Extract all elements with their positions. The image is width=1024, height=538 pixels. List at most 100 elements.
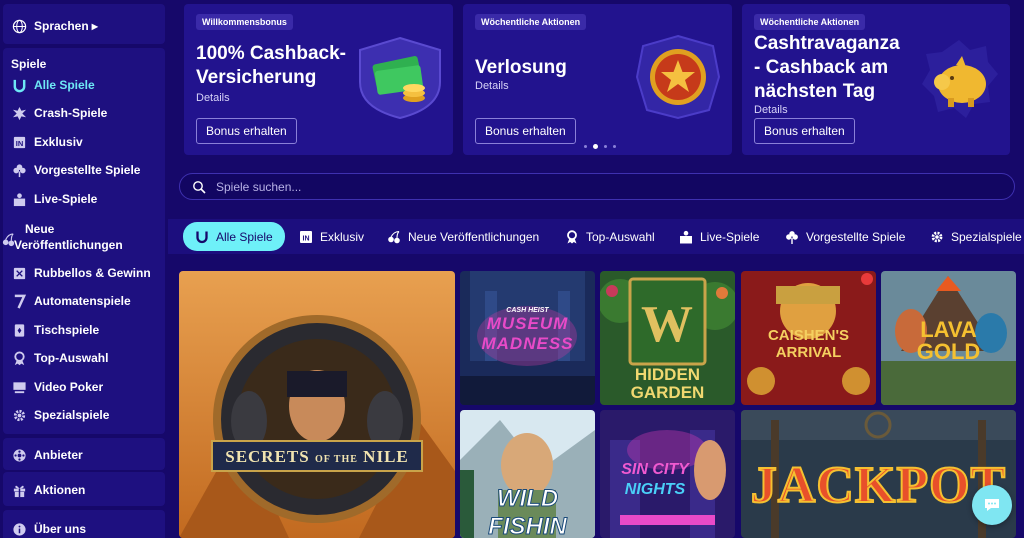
promo-card-cashtravaganza: Wöchentliche Aktionen Cashtravaganza - C… (742, 4, 1010, 155)
promo-bonus-button[interactable]: Bonus erhalten (196, 118, 297, 144)
live-dealer-icon (679, 230, 693, 244)
live-dealer-icon (11, 191, 27, 207)
sidebar-item-top-picks[interactable]: Top-Auswahl (11, 350, 108, 366)
sidebar-item-label: Tischspiele (34, 323, 100, 337)
game-tile-jackpot[interactable]: JACKPOT (741, 410, 1016, 538)
search-icon (192, 180, 206, 194)
game-title: SIN CITY NIGHTS (621, 461, 689, 498)
tab-live[interactable]: Live-Spiele (679, 222, 759, 251)
tab-label: Alle Spiele (216, 229, 273, 244)
game-tile-secrets-of-the-nile[interactable]: SECRETS OF THE NILE (179, 271, 455, 538)
caret-right-icon: ▶ (91, 21, 98, 31)
tab-all-games[interactable]: Alle Spiele (183, 222, 285, 251)
promo-details-link[interactable]: Details (196, 92, 230, 104)
cards-icon (11, 322, 27, 338)
game-tile-sin-city-nights[interactable]: SIN CITY NIGHTS (600, 410, 735, 538)
seven-icon (11, 293, 27, 309)
clover-icon (11, 162, 27, 178)
gear-icon (930, 230, 944, 244)
language-selector[interactable]: Sprachen ▶ (11, 18, 98, 34)
search-bar[interactable] (179, 173, 1015, 200)
carousel-dot[interactable] (584, 145, 587, 148)
language-label: Sprachen (34, 19, 89, 33)
sidebar-item-promotions[interactable]: Aktionen (11, 482, 85, 498)
chat-button[interactable] (972, 485, 1012, 525)
award-icon (11, 350, 27, 366)
game-tile-museum-madness[interactable]: CASH HEIST MUSEUM MADNESS (460, 271, 595, 405)
cherries-icon (387, 230, 401, 244)
sidebar-item-crash-games[interactable]: Crash-Spiele (11, 105, 107, 121)
tab-label: Vorgestellte Spiele (806, 229, 906, 244)
carousel-dot[interactable] (604, 145, 607, 148)
tab-special[interactable]: Spezialspiele (930, 222, 1022, 251)
sidebar-item-scratch[interactable]: Rubbellos & Gewinn (11, 265, 151, 281)
tab-featured[interactable]: Vorgestellte Spiele (785, 222, 905, 251)
tab-exclusive[interactable]: IN Exklusiv (299, 222, 364, 251)
sidebar-item-label: Video Poker (34, 380, 104, 394)
explosion-icon (11, 105, 27, 121)
game-title: HIDDEN GARDEN (630, 365, 705, 402)
carousel-dots[interactable] (584, 144, 616, 149)
tab-label: Neue Veröffentlichungen (408, 229, 540, 244)
carousel-dot[interactable] (613, 145, 616, 148)
sidebar-item-table[interactable]: Tischspiele (11, 322, 99, 338)
promo-card-raffle: Wöchentliche Aktionen Verlosung Details … (463, 4, 732, 155)
promo-title-line2: Versicherung (196, 67, 317, 88)
promo-title-line1: Cashtravaganza (754, 33, 900, 54)
promo-title-line1: Verlosung (475, 57, 567, 78)
secrets-of-the-nile-art (179, 271, 455, 538)
promo-badge: Wöchentliche Aktionen (754, 14, 866, 30)
tab-new-releases[interactable]: Neue Veröffentlichungen (387, 222, 539, 251)
sidebar-item-exclusive[interactable]: IN Exklusiv (11, 134, 83, 150)
horseshoe-icon (11, 77, 27, 93)
sidebar-item-label: Vorgestellte Spiele (34, 163, 141, 177)
sidebar: Sprachen ▶ Spiele Alle Spiele Crash-Spie… (0, 0, 168, 538)
sidebar-item-slots[interactable]: Automatenspiele (11, 293, 131, 309)
sidebar-item-all-games[interactable]: Alle Spiele (11, 77, 95, 93)
sidebar-item-label: Exklusiv (34, 135, 83, 149)
sidebar-item-live[interactable]: Live-Spiele (11, 191, 97, 207)
game-title: SECRETS OF THE NILE (225, 447, 409, 466)
games-section-title: Spiele (11, 57, 47, 71)
gear-icon (11, 407, 27, 423)
game-title: CAISHEN'S ARRIVAL (767, 327, 850, 361)
exclusive-icon: IN (11, 134, 27, 150)
game-tile-wild-fishin[interactable]: WILD FISHIN (460, 410, 595, 538)
promo-details-link[interactable]: Details (475, 80, 509, 92)
game-title: LAVA GOLD (916, 317, 981, 364)
globe-icon (11, 18, 27, 34)
category-tabs: Alle Spiele IN Exklusiv Neue Veröffentli… (168, 219, 1024, 254)
search-input[interactable] (216, 179, 1014, 194)
svg-text:W: W (641, 296, 693, 353)
scratch-card-icon (11, 265, 27, 281)
sidebar-item-label-2: Veröffentlichungen (14, 238, 123, 252)
sidebar-item-label: Automatenspiele (34, 294, 131, 308)
sidebar-item-about[interactable]: Über uns (11, 521, 86, 537)
game-tile-hidden-garden[interactable]: W HIDDEN GARDEN (600, 271, 735, 405)
promo-details-link[interactable]: Details (754, 104, 788, 116)
game-tile-caishens-arrival[interactable]: CAISHEN'S ARRIVAL (741, 271, 876, 405)
tab-label: Top-Auswahl (586, 229, 655, 244)
horseshoe-icon (195, 230, 209, 244)
promo-badge: Wöchentliche Aktionen (475, 14, 587, 30)
tab-top-picks[interactable]: Top-Auswahl (565, 222, 655, 251)
promo-title-line1: 100% Cashback- (196, 43, 346, 64)
info-icon (11, 521, 27, 537)
promo-bonus-button[interactable]: Bonus erhalten (475, 118, 576, 144)
sidebar-item-featured[interactable]: Vorgestellte Spiele (11, 162, 140, 178)
new-releases-text: Neue Veröffentlichungen (14, 221, 123, 253)
gift-icon (11, 482, 27, 498)
promo-card-cashback: Willkommensbonus 100% Cashback- Versiche… (184, 4, 453, 155)
monitor-icon (11, 379, 27, 395)
promo-bonus-button[interactable]: Bonus erhalten (754, 118, 855, 144)
sidebar-item-video-poker[interactable]: Video Poker (11, 379, 103, 395)
promo-title-line3: nächsten Tag (754, 81, 876, 102)
sidebar-item-label: Über uns (34, 522, 87, 536)
sidebar-item-special[interactable]: Spezialspiele (11, 407, 109, 423)
carousel-dot-active[interactable] (593, 144, 598, 149)
clover-icon (785, 230, 799, 244)
game-tile-lava-gold[interactable]: LAVA GOLD (881, 271, 1016, 405)
sidebar-item-label: Live-Spiele (34, 192, 98, 206)
sidebar-item-providers[interactable]: Anbieter (11, 447, 83, 463)
sidebar-item-new-releases[interactable]: Neue Veröffentlichungen (2, 221, 123, 253)
